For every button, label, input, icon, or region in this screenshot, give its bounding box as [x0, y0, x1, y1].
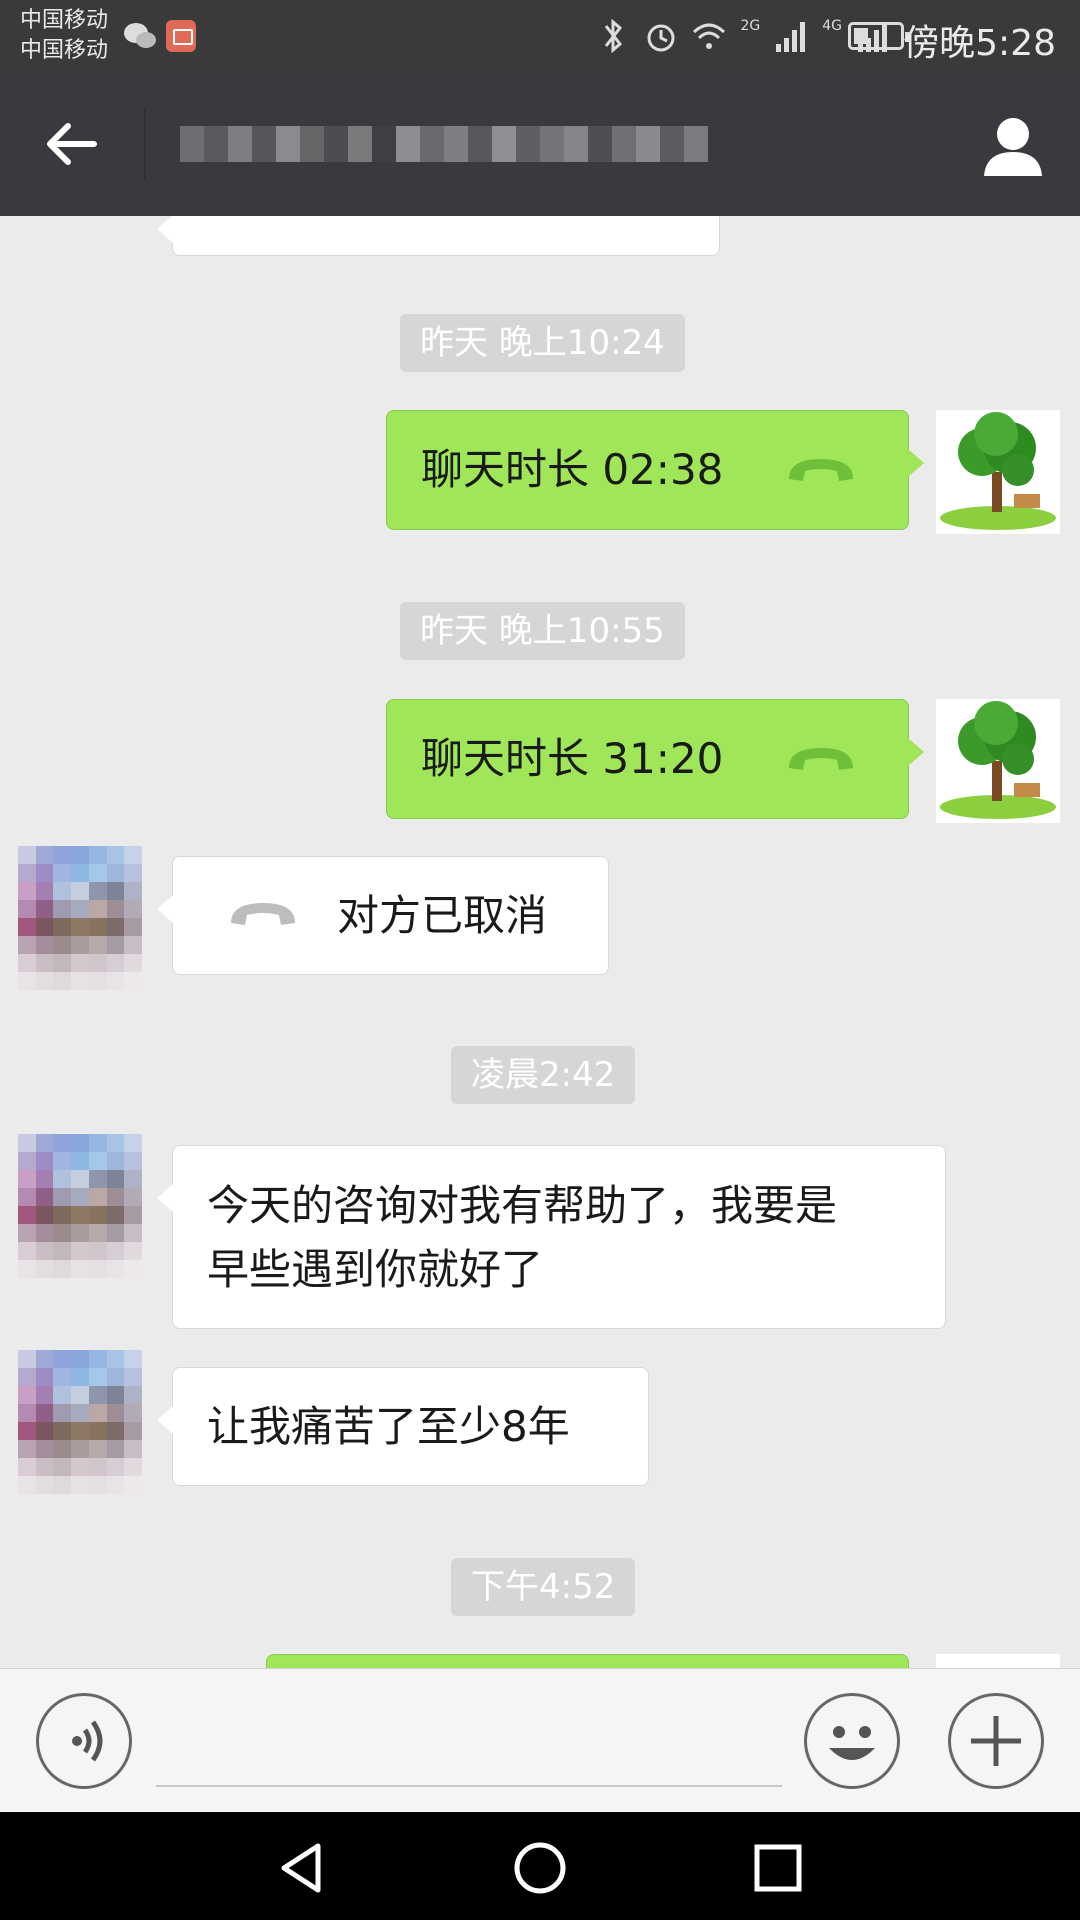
call-duration-text: 聊天时长 02:38	[421, 445, 724, 494]
voice-icon	[72, 1720, 103, 1762]
mail-notification-icon	[166, 20, 196, 52]
timestamp-pill: 下午4:52	[451, 1558, 636, 1616]
tree-avatar-icon	[940, 701, 1056, 819]
blurred-name-block	[180, 126, 708, 162]
carrier-1: 中国移动	[20, 8, 109, 33]
phone-icon	[231, 903, 295, 925]
avatar-partial	[24, 216, 148, 256]
timestamp-pill: 凌晨2:42	[451, 1046, 636, 1104]
timestamp-pill: 昨天 晚上10:24	[400, 314, 685, 372]
status-time: 傍晚5:28	[903, 23, 1056, 64]
more-button[interactable]	[948, 1693, 1044, 1789]
contact-avatar[interactable]	[18, 1350, 142, 1494]
signal-icon	[776, 22, 806, 52]
call-duration-text: 聊天时长 31:20	[421, 734, 724, 783]
wechat-notification-icon	[124, 23, 156, 48]
call-duration-bubble[interactable]: 聊天时长 31:20	[386, 699, 924, 819]
alarm-icon	[647, 24, 675, 52]
text-message-bubble[interactable]: 让我痛苦了至少8年	[157, 1367, 649, 1486]
status-bar: 中国移动 中国移动 2G 4G 傍晚5:28	[0, 0, 1080, 72]
carrier-info: 中国移动 中国移动	[20, 6, 108, 66]
arrow-left-icon[interactable]	[40, 112, 104, 176]
phone-icon	[789, 459, 853, 481]
input-bar	[0, 1668, 1080, 1812]
system-nav-bar	[0, 1812, 1080, 1920]
chat-title-blurred	[180, 108, 800, 180]
timestamp-pill: 昨天 晚上10:55	[400, 602, 685, 660]
my-avatar[interactable]	[936, 699, 1060, 823]
my-avatar-partial	[936, 1654, 1060, 1668]
wifi-icon	[693, 23, 726, 49]
battery-icon	[848, 22, 909, 50]
emoji-icon	[829, 1726, 875, 1760]
call-duration-bubble[interactable]: 聊天时长 02:38	[386, 410, 924, 530]
user-icon[interactable]	[978, 112, 1048, 182]
tree-avatar-icon	[940, 412, 1056, 530]
bluetooth-icon	[605, 18, 623, 54]
message-text: 今天的咨询对我有帮助了，我要是 早些遇到你就好了	[207, 1181, 838, 1294]
call-cancelled-bubble[interactable]: 对方已取消	[157, 856, 609, 975]
previous-message-partial	[157, 216, 720, 256]
phone-icon	[789, 748, 853, 770]
my-avatar[interactable]	[936, 410, 1060, 534]
message-input[interactable]	[156, 1699, 782, 1787]
emoji-button[interactable]	[804, 1693, 900, 1789]
title-bar	[0, 72, 1080, 216]
contact-avatar[interactable]	[18, 846, 142, 990]
network-2g-label: 2G	[740, 18, 761, 34]
text-message-bubble[interactable]: 今天的咨询对我有帮助了，我要是 早些遇到你就好了	[157, 1145, 946, 1329]
network-4g-label: 4G	[822, 18, 842, 34]
plus-icon	[971, 1716, 1021, 1766]
call-cancelled-text: 对方已取消	[337, 891, 548, 940]
back-triangle-icon[interactable]	[272, 1838, 332, 1898]
next-message-partial	[266, 1654, 909, 1668]
status-icons: 2G 4G	[596, 16, 890, 56]
message-text: 让我痛苦了至少8年	[207, 1402, 570, 1451]
voice-input-button[interactable]	[36, 1693, 132, 1789]
contact-avatar[interactable]	[18, 1134, 142, 1278]
home-circle-icon[interactable]	[510, 1838, 570, 1898]
carrier-2: 中国移动	[20, 38, 109, 63]
title-divider	[144, 108, 146, 180]
chat-area[interactable]: 昨天 晚上10:24 聊天时长 02:38 昨天 晚上10:55 聊天时长 31…	[0, 216, 1080, 1668]
recents-square-icon[interactable]	[748, 1838, 808, 1898]
